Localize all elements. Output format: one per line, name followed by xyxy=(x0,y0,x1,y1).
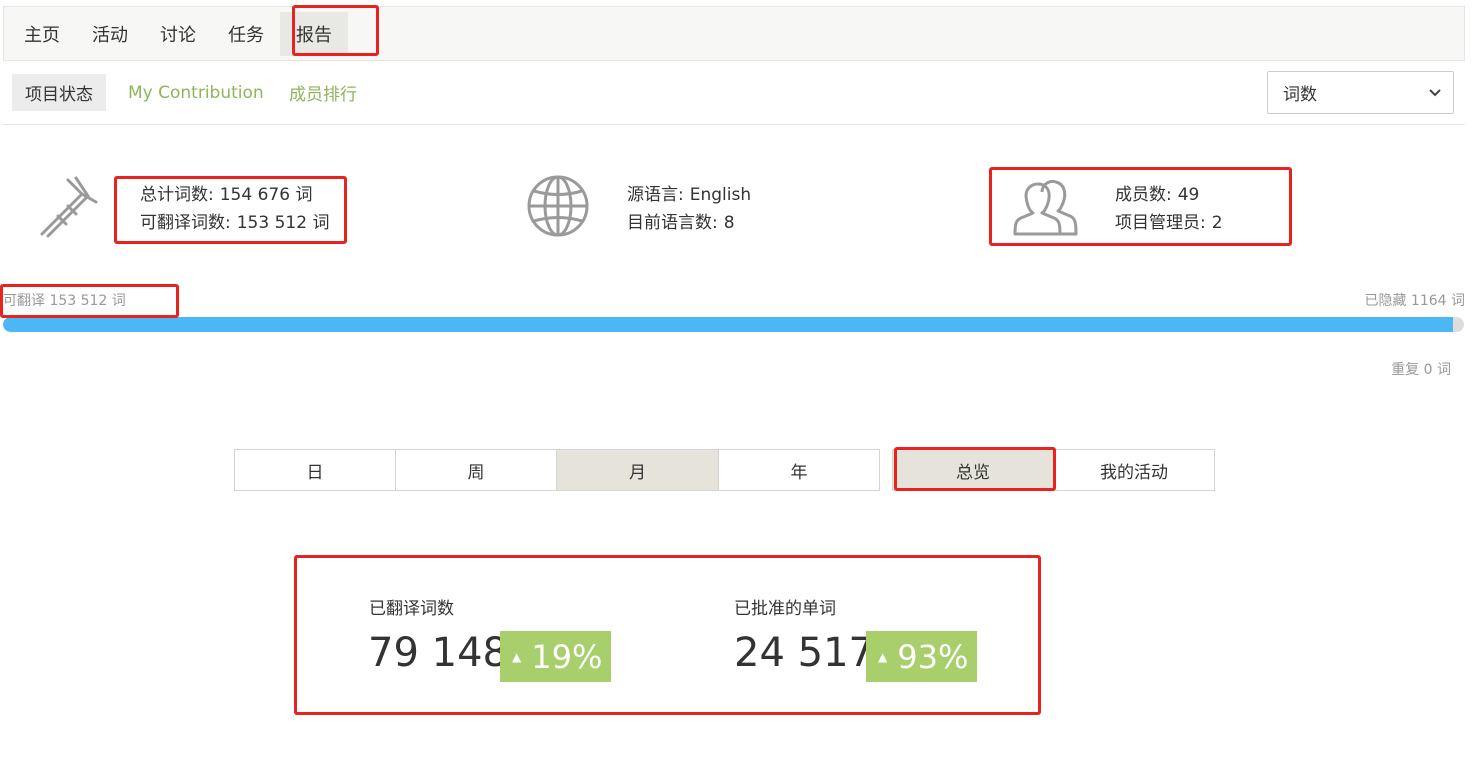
sub-nav: 项目状态 My Contribution 成员排行 词数 xyxy=(3,62,1465,125)
language-stats: 源语言: English 目前语言数: 8 xyxy=(627,181,751,237)
progress-fill xyxy=(3,317,1454,332)
metric-select[interactable]: 词数 xyxy=(1267,71,1454,114)
annotation-box xyxy=(292,5,379,56)
globe-icon xyxy=(527,175,589,237)
metric-select-value: 词数 xyxy=(1283,85,1317,105)
annotation-box xyxy=(989,167,1292,246)
nav-home[interactable]: 主页 xyxy=(8,12,76,56)
period-tabs: 日 周 月 年 xyxy=(234,449,880,491)
tab-my-contribution[interactable]: My Contribution xyxy=(115,74,277,111)
annotation-box xyxy=(0,284,179,318)
hidden-bar-label: 已隐藏 1164 词 xyxy=(1364,293,1465,309)
tab-my-activity[interactable]: 我的活动 xyxy=(1053,449,1215,491)
annotation-box xyxy=(294,555,1041,715)
repeat-label: 重复 0 词 xyxy=(1391,362,1451,378)
top-nav: 主页 活动 讨论 任务 报告 xyxy=(3,6,1465,61)
target-languages-label: 目前语言数: xyxy=(627,213,718,233)
annotation-box xyxy=(894,447,1056,491)
nav-discussions[interactable]: 讨论 xyxy=(144,12,212,56)
nav-activity[interactable]: 活动 xyxy=(76,12,144,56)
tab-month[interactable]: 月 xyxy=(556,449,719,491)
progress-bar xyxy=(3,317,1464,332)
calipers-icon xyxy=(40,176,98,238)
source-language-label: 源语言: xyxy=(627,185,684,205)
annotation-box xyxy=(114,176,347,244)
tab-project-status[interactable]: 项目状态 xyxy=(12,74,106,111)
target-languages-value: 8 xyxy=(723,213,735,233)
tab-week[interactable]: 周 xyxy=(395,449,557,491)
nav-tasks[interactable]: 任务 xyxy=(212,12,280,56)
chevron-down-icon xyxy=(1429,89,1441,97)
source-language-value: English xyxy=(689,185,752,205)
tab-day[interactable]: 日 xyxy=(234,449,396,491)
tab-year[interactable]: 年 xyxy=(718,449,880,491)
tab-member-ranking[interactable]: 成员排行 xyxy=(276,74,370,111)
